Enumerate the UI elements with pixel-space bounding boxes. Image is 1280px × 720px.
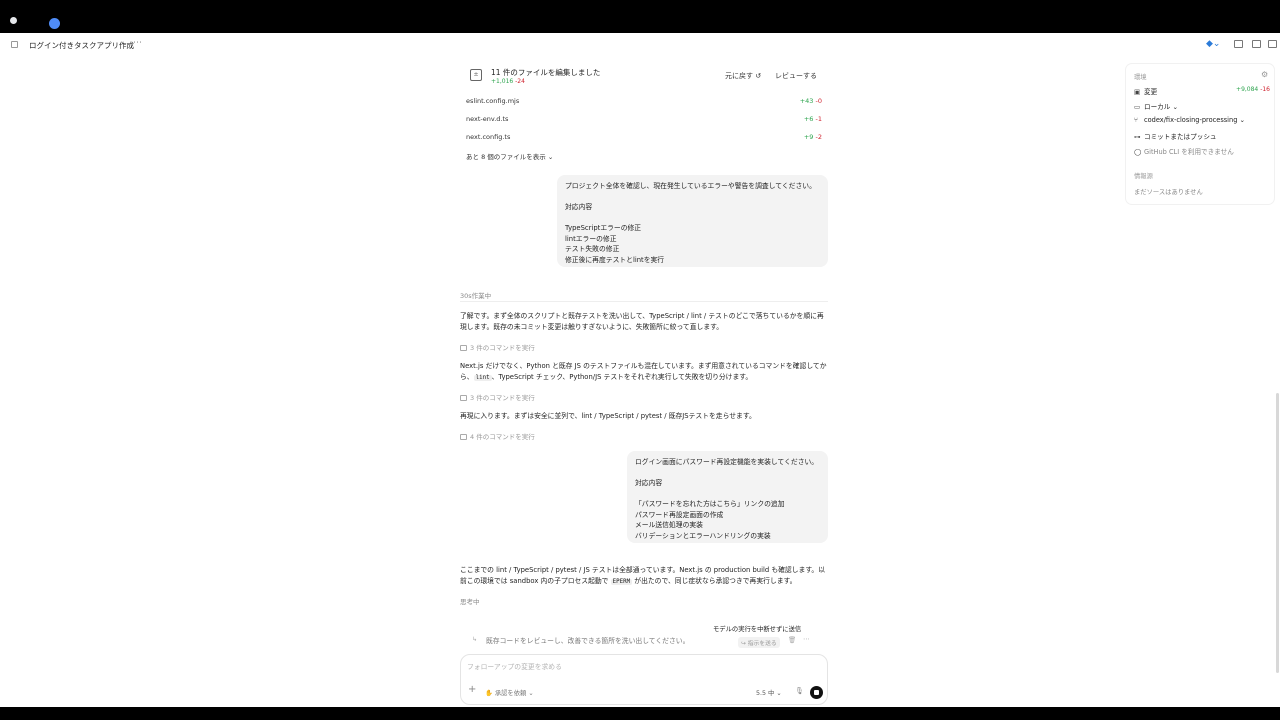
terminal-icon [460, 395, 467, 401]
stop-button[interactable] [810, 686, 823, 699]
add-attachment-icon[interactable]: + [468, 684, 476, 695]
revert-button[interactable]: 元に戻す ↺ [725, 71, 761, 81]
command-summary[interactable]: 3 件のコマンドを実行 [460, 342, 535, 352]
branch-select[interactable]: ⑂ codex/fix-closing-processing ⌄ [1134, 116, 1270, 124]
message-line [565, 213, 820, 224]
file-name: next-env.d.ts [466, 115, 509, 123]
file-stat: +9 -2 [803, 133, 822, 141]
github-cli-status: ◯ GitHub CLI を利用できません [1134, 148, 1234, 156]
approval-mode-select[interactable]: ✋ 承認を依頼 ⌄ [485, 688, 534, 697]
message-line [635, 468, 820, 479]
working-status[interactable]: 30s作業中 [460, 290, 491, 300]
message-line [565, 192, 820, 203]
sources-heading: 情報源 [1134, 173, 1153, 180]
inline-code: lint [473, 375, 492, 381]
file-stat: +6 -1 [803, 115, 822, 123]
open-in-editor-icon[interactable]: ◆⌄ [1206, 39, 1220, 49]
page-title: ログイン付きタスクアプリ作成 [29, 41, 134, 50]
user-message-bubble: プロジェクト全体を確認し、現在発生しているエラーや警告を調査してください。 対応… [557, 175, 828, 267]
files-changed-card: ± 11 件のファイルを編集しました +1,016 -24 元に戻す ↺ レビュ… [460, 47, 828, 161]
files-changed-stat: +1,016 -24 [491, 78, 525, 85]
message-line: メール送信処理の実装 [635, 521, 703, 529]
message-line: TypeScriptエラーの修正 [565, 224, 642, 232]
message-line: lintエラーの修正 [565, 234, 617, 243]
diff-file-icon: ± [470, 69, 482, 81]
stop-icon [814, 690, 819, 695]
new-chat-icon[interactable]: n [11, 41, 18, 48]
user-message-bubble: ログイン画面にパスワード再設定機能を実装してください。 対応内容 「パスワードを… [627, 451, 828, 543]
taskbar-strip [0, 707, 1280, 720]
queued-message: ↳ 既存コードをレビューし、改善できる箇所を洗い出してください。 ↪ 指示を送る… [466, 631, 828, 649]
file-row[interactable]: next-env.d.ts +6 -1 [466, 112, 822, 126]
file-row[interactable]: next.config.ts +9 -2 [466, 130, 822, 144]
message-line: パスワード再設定画面の作成 [635, 510, 724, 519]
queued-more-icon[interactable]: ⋯ [803, 635, 810, 643]
terminal-icon [460, 434, 467, 440]
trash-icon[interactable]: 🗑 [788, 636, 796, 644]
message-line: プロジェクト全体を確認し、現在発生しているエラーや警告を調査してください。 [565, 182, 816, 190]
file-name: eslint.config.mjs [466, 97, 520, 105]
assistant-paragraph: ここまでの lint / TypeScript / pytest / JS テス… [460, 566, 826, 585]
environment-heading: 環境 [1134, 74, 1147, 81]
diff-icon: ▣ [1134, 88, 1141, 96]
commit-icon: ⊶ [1134, 133, 1141, 141]
message-line: 「パスワードを忘れた方はこちら」リンクの追加 [635, 500, 785, 508]
stat-plus: +1,016 [491, 78, 514, 85]
message-line: テスト失敗の修正 [565, 245, 620, 253]
command-summary[interactable]: 3 件のコマンドを実行 [460, 392, 535, 402]
queued-arrow-icon: ↳ [472, 636, 478, 643]
model-select[interactable]: 5.5 中 ⌄ [756, 688, 782, 697]
file-name: next.config.ts [466, 133, 511, 141]
terminal-toggle-icon[interactable] [1252, 40, 1261, 48]
app-window: n ログイン付きタスクアプリ作成 ⋯ ◆⌄ ± 11 件のファイルを編集しました… [0, 33, 1280, 707]
title-more-icon[interactable]: ⋯ [133, 38, 142, 48]
terminal-icon [460, 345, 467, 351]
steer-button[interactable]: ↪ 指示を送る [738, 637, 780, 648]
inline-code: EPERM [610, 579, 633, 585]
message-line: 対応内容 [565, 203, 593, 211]
divider [460, 301, 828, 302]
commit-or-push-button[interactable]: ⊶ コミットまたはプッシュ [1134, 131, 1270, 141]
file-row[interactable]: eslint.config.mjs +43 -0 [466, 94, 822, 108]
sources-empty: まだソースはありません [1134, 189, 1203, 196]
diff-toggle-icon[interactable] [1234, 40, 1243, 48]
gear-icon[interactable]: ⚙ [1261, 70, 1268, 79]
queued-message-text: 既存コードをレビューし、改善できる箇所を洗い出してください。 [486, 637, 690, 645]
app-tab-icon[interactable] [49, 18, 60, 29]
assistant-paragraph: 再現に入ります。まずは安全に並列で、lint / TypeScript / py… [460, 412, 756, 420]
composer: + ✋ 承認を依頼 ⌄ 5.5 中 ⌄ 🎙 [460, 654, 828, 705]
app-logo-icon [10, 17, 17, 24]
assistant-paragraph: 了解です。まず全体のスクリプトと既存テストを洗い出して、TypeScript /… [460, 312, 824, 331]
files-changed-title: 11 件のファイルを編集しました [491, 68, 601, 77]
sidebar-toggle-icon[interactable] [1268, 40, 1277, 48]
message-line [635, 489, 820, 500]
github-icon: ◯ [1134, 148, 1142, 156]
assistant-paragraph: Next.js だけでなく、Python と既存 JS のテストファイルも混在し… [460, 362, 827, 381]
thinking-status: 思考中 [460, 598, 480, 606]
changes-stat: +9,084 -16 [1236, 86, 1270, 93]
follow-up-input[interactable] [467, 660, 807, 674]
file-stat: +43 -0 [799, 97, 822, 105]
os-title-bar [0, 0, 1280, 33]
message-line: 対応内容 [635, 479, 663, 487]
branch-icon: ⑂ [1134, 116, 1138, 124]
message-line: バリデーションとエラーハンドリングの実装 [635, 531, 771, 540]
message-line: 修正後に再度テストとlintを実行 [565, 255, 665, 264]
show-more-files-link[interactable]: あと 8 個のファイルを表示 ⌄ [466, 151, 553, 161]
message-line: ログイン画面にパスワード再設定機能を実装してください。 [635, 458, 819, 466]
local-env-select[interactable]: ▭ ローカル ⌄ [1134, 101, 1270, 111]
stat-minus: -24 [515, 78, 525, 85]
review-button[interactable]: レビューする [775, 71, 817, 81]
laptop-icon: ▭ [1134, 103, 1141, 111]
command-summary[interactable]: 4 件のコマンドを実行 [460, 431, 535, 441]
changes-row[interactable]: ▣ 変更 +9,084 -16 [1134, 86, 1270, 96]
environment-panel: 環境 ⚙ ▣ 変更 +9,084 -16 ▭ ローカル ⌄ ⑂ codex/fix-c… [1126, 64, 1274, 204]
microphone-icon[interactable]: 🎙 [795, 687, 804, 695]
scrollbar[interactable] [1276, 393, 1279, 673]
